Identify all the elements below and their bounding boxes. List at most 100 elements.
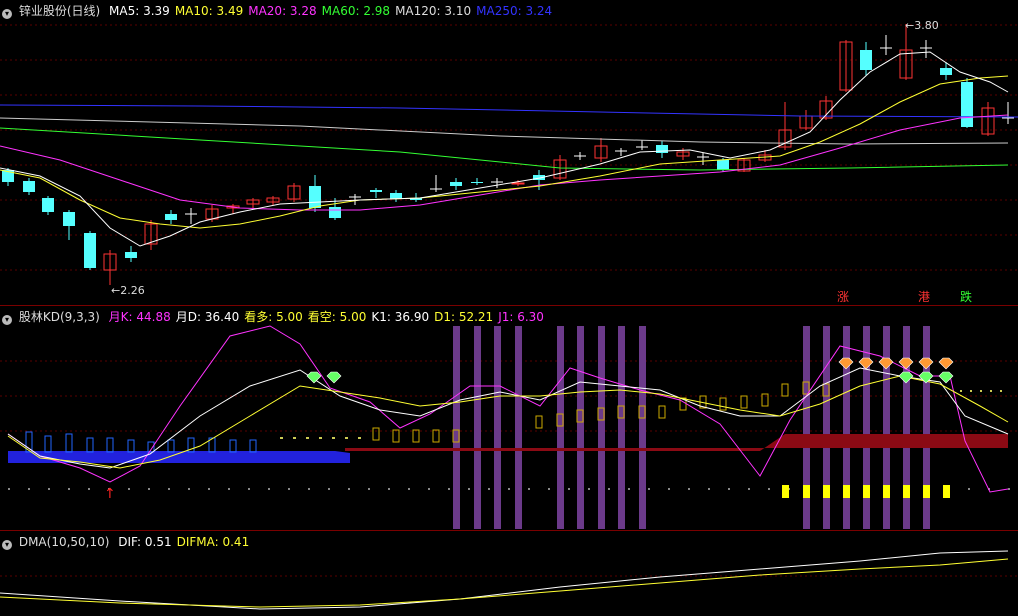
kd-legend-item-4: K1: 36.90 [371, 310, 430, 324]
dot-marker [748, 488, 750, 490]
ma-legend-item-0: MA5: 3.39 [109, 4, 170, 18]
ma-legend-item-2: MA20: 3.28 [248, 4, 317, 18]
kd-indicator-pane[interactable]: ▾ 股林KD(9,3,3) 月K: 44.88 月D: 36.40 看多: 5.00… [0, 305, 1018, 530]
dot-marker [268, 488, 270, 490]
kd-legend-item-2: 看多: 5.00 [244, 310, 303, 324]
kd-legend-item-6: J1: 6.30 [498, 310, 544, 324]
signal-flag-rise: 涨 [837, 290, 850, 304]
kd-indicator-name: 股林KD(9,3,3) [18, 310, 100, 324]
signal-bar [883, 326, 890, 529]
dot-marker [48, 488, 50, 490]
kd-legend-item-5: D1: 52.21 [434, 310, 494, 324]
dot-marker [688, 488, 690, 490]
dot-marker [28, 488, 30, 490]
candle-down [390, 193, 402, 199]
dot-marker [368, 488, 370, 490]
dot-marker [68, 488, 70, 490]
price-chart-pane[interactable]: ▾ 锌业股份(日线) MA5: 3.39 MA10: 3.49 MA20: 3.28… [0, 0, 1018, 305]
dot-marker [628, 488, 630, 490]
ma5-line [0, 51, 1009, 247]
signal-flag-fall: 跌 [960, 290, 973, 304]
signal-bar [474, 326, 481, 529]
orange-diamond-icon [898, 357, 914, 370]
dot-marker [1008, 488, 1010, 490]
dot-marker [608, 488, 610, 490]
momentum-box [432, 429, 440, 443]
high-price-arrow-icon: ← [905, 19, 915, 32]
buy-bar [883, 485, 890, 498]
dma-legend-item-1: DIFMA: 0.41 [176, 535, 250, 549]
kd-chart[interactable]: ↑ [0, 306, 1018, 530]
signal-bar [903, 326, 910, 529]
green-diamond-icon [306, 371, 322, 384]
candle-down [656, 145, 668, 153]
candlestick-chart[interactable] [0, 0, 1018, 305]
ma-legend-item-3: MA60: 2.98 [321, 4, 391, 18]
dot-marker [306, 437, 309, 439]
candle-down [717, 160, 729, 170]
ma60-line [0, 127, 1009, 171]
collapse-toggle-icon[interactable]: ▾ [2, 315, 12, 325]
candle-down [309, 186, 321, 208]
candle-down [42, 198, 54, 212]
signal-bar [843, 326, 850, 529]
dma-header: ▾ DMA(10,50,10) DIF: 0.51 DIFMA: 0.41 [2, 534, 259, 550]
momentum-box [740, 395, 748, 409]
momentum-box [44, 435, 52, 453]
candle-down [329, 207, 341, 218]
kd-legend: 月K: 44.88 月D: 36.40 看多: 5.00 看空: 5.00 K1: 36… [109, 310, 549, 324]
dot-marker [148, 488, 150, 490]
ma10-line [0, 75, 1009, 229]
dot-marker [568, 488, 570, 490]
orange-diamond-icon [878, 357, 894, 370]
signal-bar [515, 326, 522, 529]
dot-marker [488, 488, 490, 490]
dot-marker [308, 488, 310, 490]
signal-bar [618, 326, 625, 529]
dma-indicator-pane[interactable]: ▾ DMA(10,50,10) DIF: 0.51 DIFMA: 0.41 [0, 530, 1018, 616]
candle-down [63, 212, 75, 226]
green-diamond-icon [918, 371, 934, 384]
collapse-toggle-icon[interactable]: ▾ [2, 9, 12, 19]
dot-marker [468, 488, 470, 490]
signal-flag-hk: 港 [918, 290, 931, 304]
momentum-box [719, 397, 727, 411]
dot-marker [708, 488, 710, 490]
momentum-box [65, 433, 73, 453]
signal-bar [639, 326, 646, 529]
j-line [7, 325, 1009, 493]
buy-bar [943, 485, 950, 498]
collapse-toggle-icon[interactable]: ▾ [2, 540, 12, 550]
candle-down [450, 182, 462, 186]
dot-marker [345, 437, 348, 439]
dma-legend-item-0: DIF: 0.51 [118, 535, 172, 549]
candle-down [860, 50, 872, 70]
ma-legend: MA5: 3.39 MA10: 3.49 MA20: 3.28 MA60: 2.98 M… [109, 4, 557, 18]
ma-legend-item-4: MA120: 3.10 [395, 4, 472, 18]
ma120-line [0, 117, 1009, 145]
dot-marker [960, 390, 962, 392]
candle-down [125, 252, 137, 258]
dot-marker [548, 488, 550, 490]
momentum-box [167, 439, 175, 453]
dot-marker [328, 488, 330, 490]
dot-marker [990, 390, 992, 392]
ma250-line [0, 104, 1018, 118]
buy-bar [823, 485, 830, 498]
dot-marker [128, 488, 130, 490]
dot-marker [968, 488, 970, 490]
candle-down [165, 214, 177, 220]
momentum-box [658, 405, 666, 419]
dot-marker [1000, 390, 1002, 392]
momentum-box [392, 429, 400, 443]
dot-marker [8, 488, 10, 490]
candle-down [370, 190, 382, 192]
buy-bar [782, 485, 789, 498]
orange-diamond-icon [918, 357, 934, 370]
buy-bar [923, 485, 930, 498]
signal-bar [598, 326, 605, 529]
green-diamond-icon [898, 371, 914, 384]
orange-diamond-icon [858, 357, 874, 370]
ma-legend-item-1: MA10: 3.49 [174, 4, 244, 18]
momentum-box [106, 437, 114, 453]
